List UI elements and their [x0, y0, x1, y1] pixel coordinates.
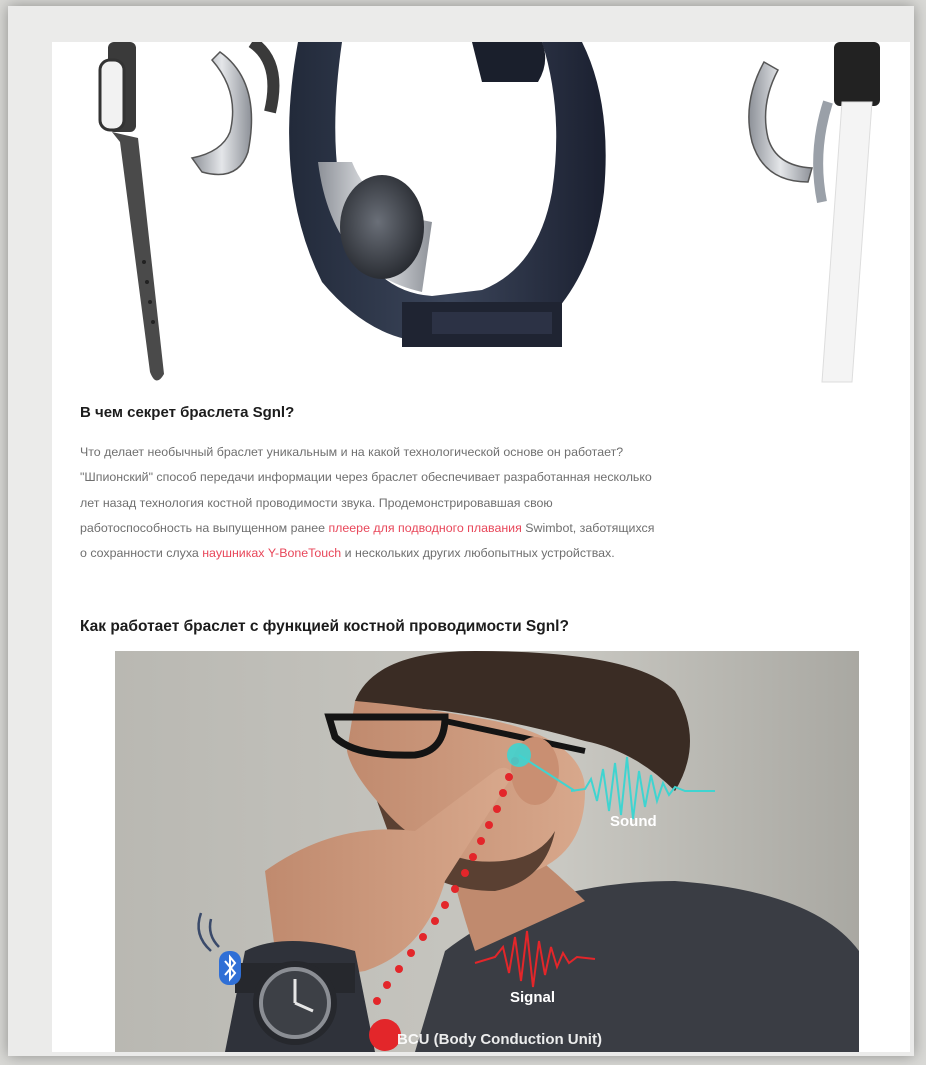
- paragraph-text: о сохранности слуха: [80, 546, 203, 561]
- bluetooth-icon: [219, 951, 241, 985]
- paragraph-line: лет назад технология костной проводимост…: [80, 495, 553, 510]
- image-frame: В чем секрет браслета Sgnl? Что делает н…: [8, 6, 914, 1056]
- paragraph-text: Swimbot, заботящихся: [521, 520, 655, 535]
- paragraph-text: и нескольких других любопытных устройств…: [341, 546, 615, 561]
- bone-conduction-illustration: Sound Signal BCU (Body Conduction Unit): [115, 651, 859, 1052]
- article-paragraph: Что делает необычный браслет уникальным …: [80, 440, 880, 566]
- sound-label: Sound: [610, 813, 657, 830]
- paragraph-text: работоспособность на выпущенном ранее: [80, 520, 329, 535]
- paragraph-line: работоспособность на выпущенном ранее пл…: [80, 516, 880, 541]
- hero-product-image: [52, 42, 910, 387]
- link-bonetouch-headphones[interactable]: наушниках Y-BoneTouch: [202, 546, 341, 560]
- paragraph-line: Что делает необычный браслет уникальным …: [80, 445, 624, 459]
- section-heading-how-it-works: Как работает браслет с функцией костной …: [80, 618, 569, 635]
- paragraph-line: "Шпионский" способ передачи информации ч…: [80, 470, 652, 485]
- right-watch: [813, 42, 880, 383]
- bcu-label: BCU (Body Conduction Unit): [397, 1031, 602, 1048]
- sgnl-band: [289, 42, 606, 347]
- sensor-piece-right: [748, 60, 813, 183]
- left-watch: [98, 42, 164, 381]
- signal-label: Signal: [510, 989, 556, 1006]
- article-page: В чем секрет браслета Sgnl? Что делает н…: [52, 42, 910, 1052]
- illustration-drawing: [115, 651, 859, 1052]
- link-underwater-player[interactable]: плеере для подводного плавания: [328, 521, 521, 535]
- paragraph-line: о сохранности слуха наушниках Y-BoneTouc…: [80, 541, 880, 566]
- section-heading-secret: В чем секрет браслета Sgnl?: [80, 404, 295, 421]
- sensor-piece-left: [190, 42, 280, 176]
